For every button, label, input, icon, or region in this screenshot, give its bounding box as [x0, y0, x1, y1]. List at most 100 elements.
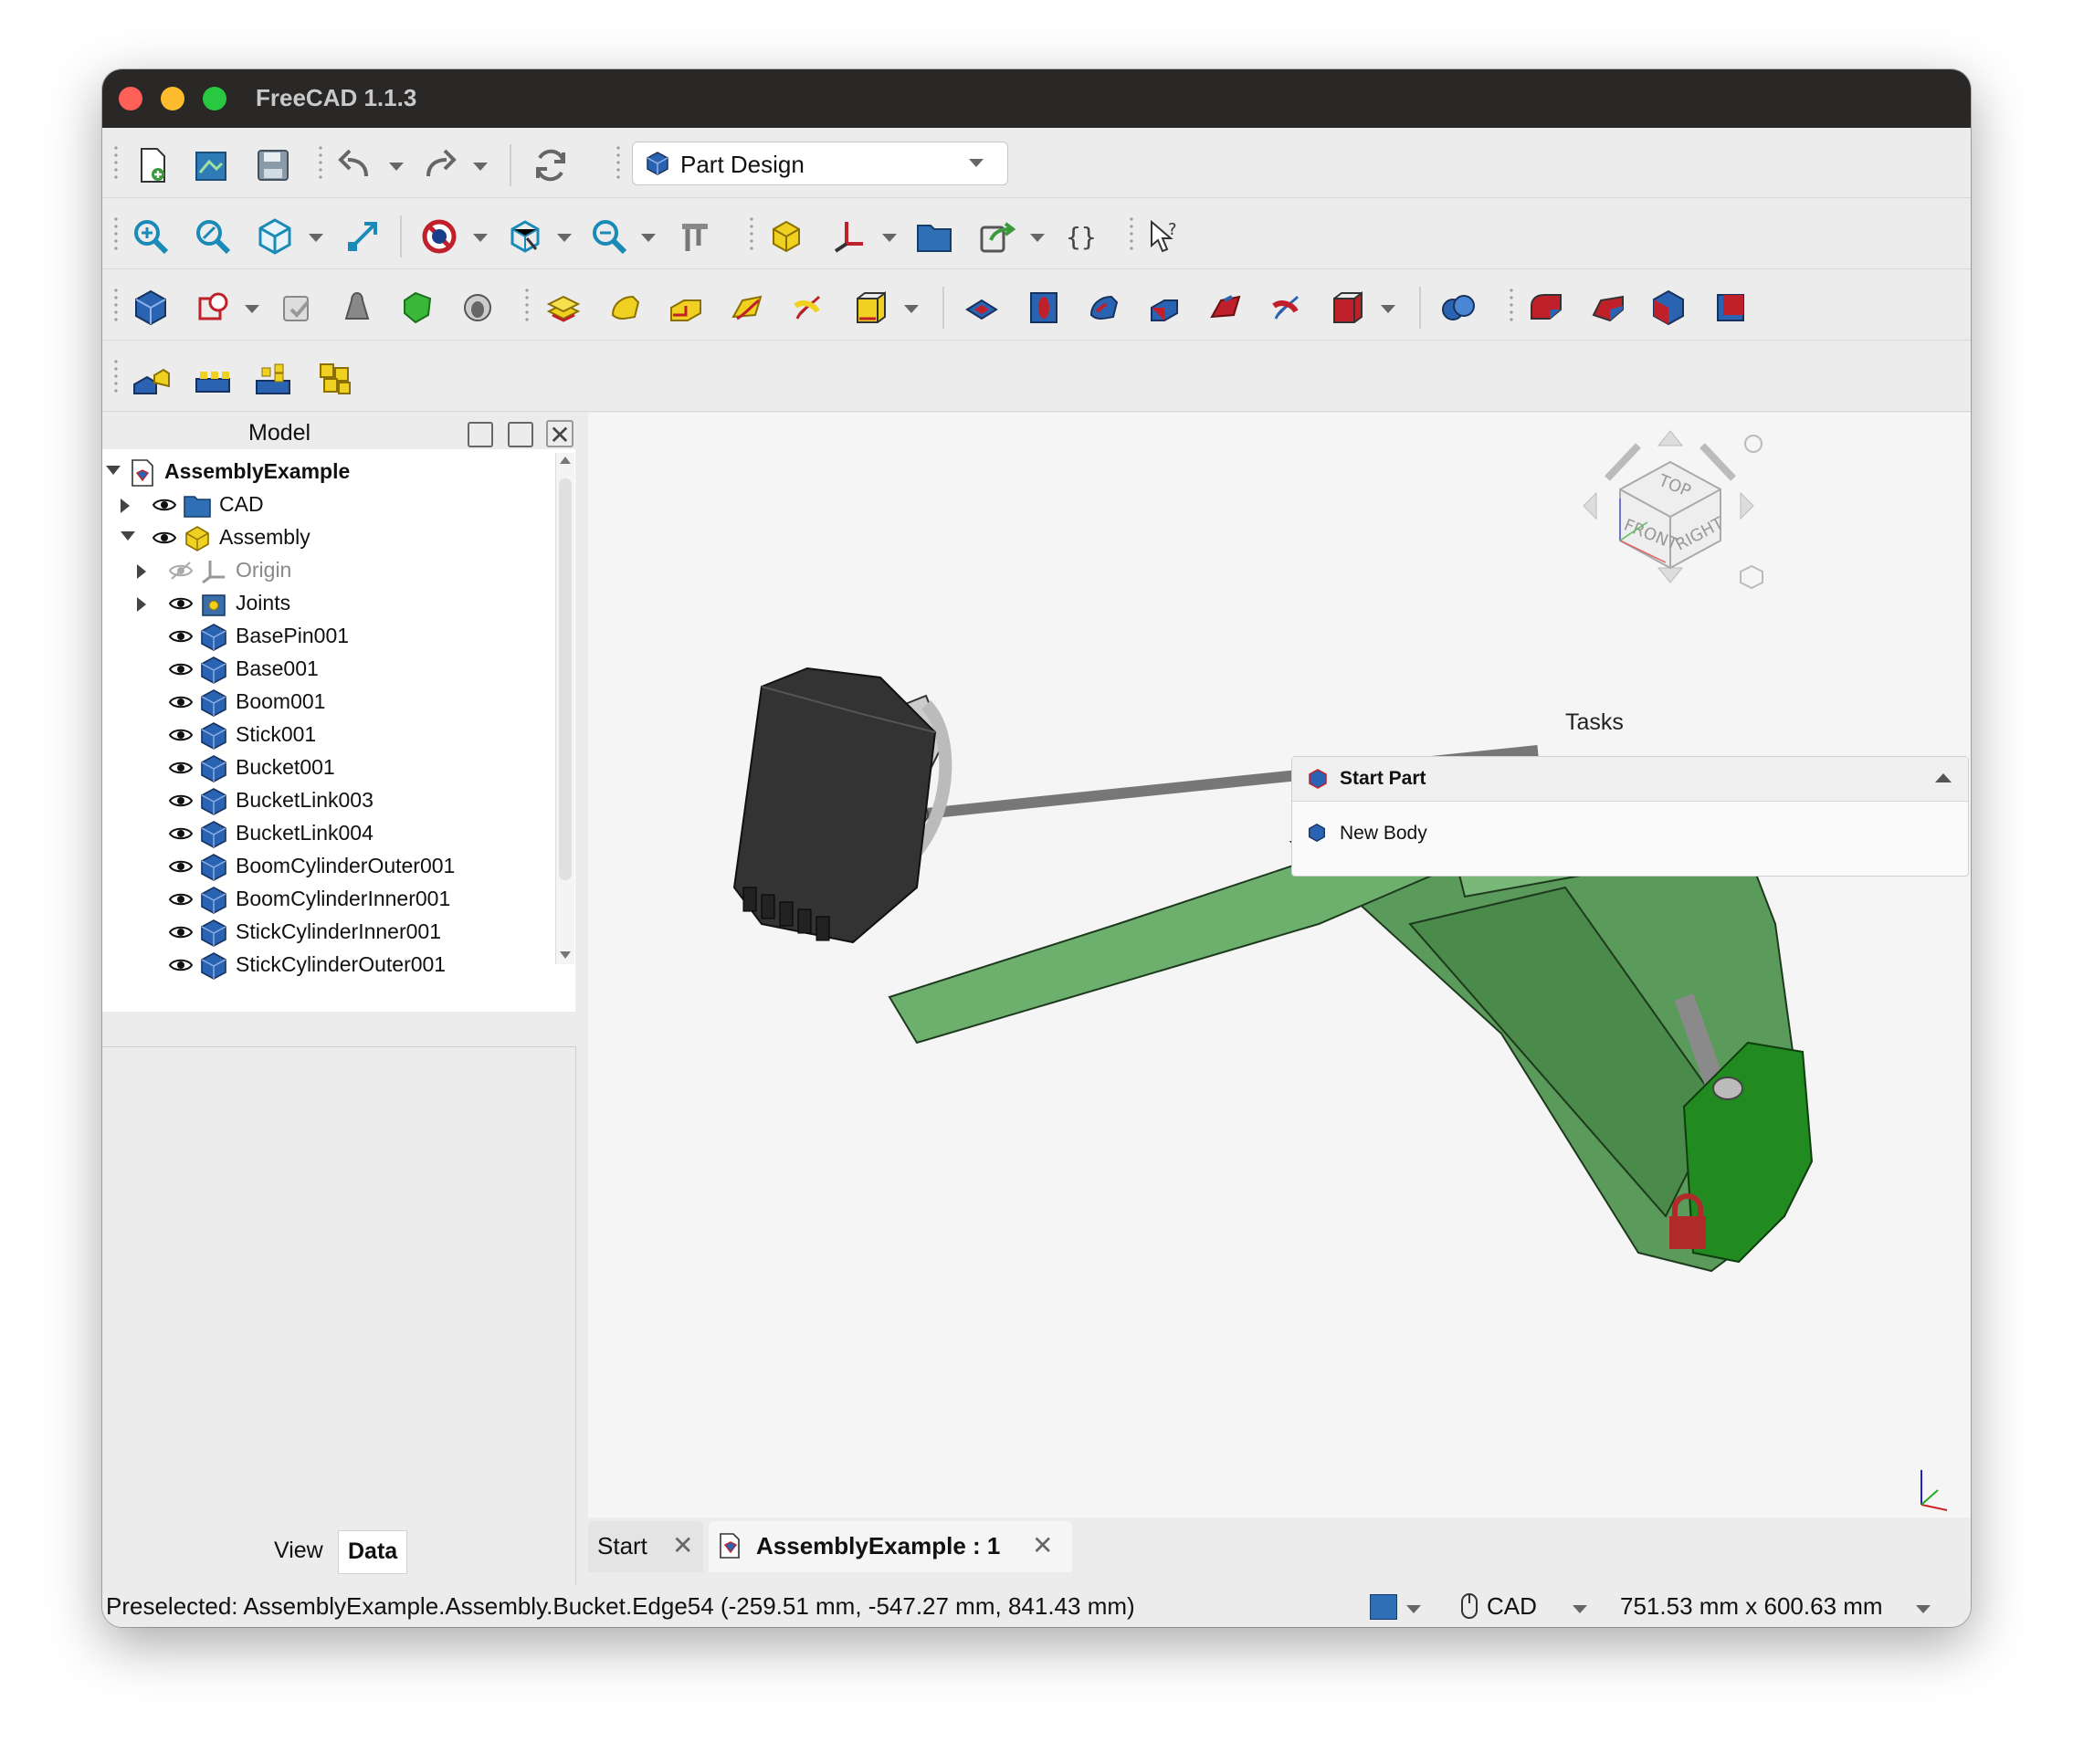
tasks-section-header[interactable]: Start Part: [1292, 757, 1968, 802]
visibility-eye-icon[interactable]: [168, 626, 194, 646]
zoom-window-button[interactable]: [203, 87, 226, 110]
visibility-eye-icon[interactable]: [168, 725, 194, 745]
create-sketch-button[interactable]: [192, 287, 234, 329]
groove-button[interactable]: [1083, 287, 1125, 329]
tab-data[interactable]: Data: [338, 1530, 408, 1574]
chevron-down-icon[interactable]: [641, 234, 656, 242]
scroll-down-icon[interactable]: [560, 951, 571, 959]
selection-filter-button[interactable]: [504, 215, 546, 257]
clone-button[interactable]: [457, 287, 499, 329]
fit-all-button[interactable]: [130, 215, 172, 257]
mirror-button[interactable]: [130, 358, 172, 400]
panel-restore-button[interactable]: [508, 422, 533, 447]
open-document-button[interactable]: [190, 144, 232, 186]
standard-views-button[interactable]: [254, 215, 296, 257]
toolbar-grip[interactable]: [113, 215, 119, 252]
tree-row[interactable]: Boom001: [102, 687, 559, 719]
tree-scrollbar[interactable]: [555, 453, 574, 964]
expand-arrow-icon[interactable]: [137, 597, 146, 612]
redo-dropdown-icon[interactable]: [473, 163, 488, 171]
new-body-task[interactable]: New Body: [1307, 821, 1672, 852]
pad-button[interactable]: [542, 287, 584, 329]
tab-start[interactable]: Start ✕: [588, 1521, 703, 1572]
tree-row[interactable]: Base001: [102, 654, 559, 687]
create-body-button[interactable]: [130, 287, 172, 329]
scroll-thumb[interactable]: [559, 478, 572, 880]
visibility-eye-icon[interactable]: [152, 528, 177, 548]
tab-assembly-example[interactable]: AssemblyExample : 1 ✕: [709, 1521, 1072, 1572]
measurement-tool-button[interactable]: [674, 215, 716, 257]
toolbar-grip[interactable]: [749, 215, 754, 252]
visibility-eye-icon[interactable]: [168, 856, 194, 877]
refresh-button[interactable]: [530, 144, 572, 186]
tree-row[interactable]: StickCylinderOuter001: [102, 950, 559, 982]
panel-close-icon[interactable]: ✕: [546, 420, 573, 449]
zoom-button[interactable]: [588, 215, 630, 257]
toolbar-grip[interactable]: [318, 144, 323, 181]
save-document-button[interactable]: [252, 144, 294, 186]
redo-button[interactable]: [418, 144, 460, 186]
model-tree[interactable]: AssemblyExample CAD Assembly Origin Joints Ba…: [102, 449, 575, 1012]
tree-row[interactable]: StickCylinderInner001: [102, 917, 559, 950]
tree-row[interactable]: Assembly: [102, 522, 559, 555]
chevron-down-icon[interactable]: [309, 234, 323, 242]
undo-dropdown-icon[interactable]: [389, 163, 404, 171]
tree-row[interactable]: Joints: [102, 588, 559, 621]
tree-row[interactable]: BoomCylinderInner001: [102, 884, 559, 917]
linear-pattern-button[interactable]: [192, 358, 234, 400]
property-view[interactable]: [102, 1046, 576, 1595]
measure-button[interactable]: [342, 215, 384, 257]
tree-row[interactable]: AssemblyExample: [102, 457, 559, 489]
toolbar-grip[interactable]: [1509, 287, 1514, 323]
toolbar-grip[interactable]: [113, 287, 119, 323]
chevron-down-icon[interactable]: [1916, 1605, 1931, 1613]
tab-view[interactable]: View: [265, 1530, 332, 1574]
visibility-eye-icon[interactable]: [168, 593, 194, 614]
subtractive-pipe-button[interactable]: [1205, 287, 1247, 329]
chevron-down-icon[interactable]: [557, 234, 572, 242]
visibility-eye-icon[interactable]: [152, 495, 177, 515]
scroll-up-icon[interactable]: [560, 457, 571, 464]
polar-pattern-button[interactable]: [252, 358, 294, 400]
shape-binder-button[interactable]: [336, 287, 378, 329]
pocket-button[interactable]: [961, 287, 1003, 329]
tree-row[interactable]: BoomCylinderOuter001: [102, 851, 559, 884]
close-window-button[interactable]: [119, 87, 142, 110]
boolean-button[interactable]: [1437, 287, 1479, 329]
link-button[interactable]: [975, 215, 1017, 257]
visibility-eye-icon[interactable]: [168, 889, 194, 909]
tree-row[interactable]: CAD: [102, 489, 559, 522]
subtractive-helix-button[interactable]: [1266, 287, 1308, 329]
visibility-eye-icon[interactable]: [168, 791, 194, 811]
visibility-eye-icon[interactable]: [168, 758, 194, 778]
undo-button[interactable]: [334, 144, 376, 186]
fit-selection-button[interactable]: [192, 215, 234, 257]
tree-row[interactable]: Stick001: [102, 719, 559, 752]
create-datum-cs-button[interactable]: [827, 215, 869, 257]
chevron-down-icon[interactable]: [473, 234, 488, 242]
tree-row[interactable]: BucketLink003: [102, 785, 559, 818]
create-group-button[interactable]: [913, 215, 955, 257]
draw-style-button[interactable]: [418, 215, 460, 257]
toolbar-grip[interactable]: [113, 358, 119, 394]
additive-loft-button[interactable]: [665, 287, 707, 329]
chevron-down-icon[interactable]: [1381, 305, 1395, 313]
visibility-hidden-icon[interactable]: [168, 561, 194, 581]
toolbar-grip[interactable]: [1129, 215, 1134, 252]
collapse-arrow-icon[interactable]: [121, 531, 135, 541]
validate-sketch-button[interactable]: [276, 287, 318, 329]
close-tab-icon[interactable]: ✕: [672, 1530, 693, 1560]
tree-row[interactable]: Origin: [102, 555, 559, 588]
chevron-down-icon[interactable]: [1030, 234, 1045, 242]
close-tab-icon[interactable]: ✕: [1032, 1530, 1053, 1560]
chevron-down-icon[interactable]: [1573, 1605, 1587, 1613]
workbench-selector[interactable]: Part Design: [632, 142, 1008, 185]
chamfer-button[interactable]: [1587, 287, 1629, 329]
visibility-eye-icon[interactable]: [168, 922, 194, 942]
whats-this-button[interactable]: ?: [1143, 215, 1185, 257]
base-pin[interactable]: [1712, 1076, 1743, 1100]
expand-arrow-icon[interactable]: [137, 564, 146, 579]
additive-helix-button[interactable]: [787, 287, 829, 329]
visibility-eye-icon[interactable]: [168, 824, 194, 844]
hole-button[interactable]: [1023, 287, 1065, 329]
